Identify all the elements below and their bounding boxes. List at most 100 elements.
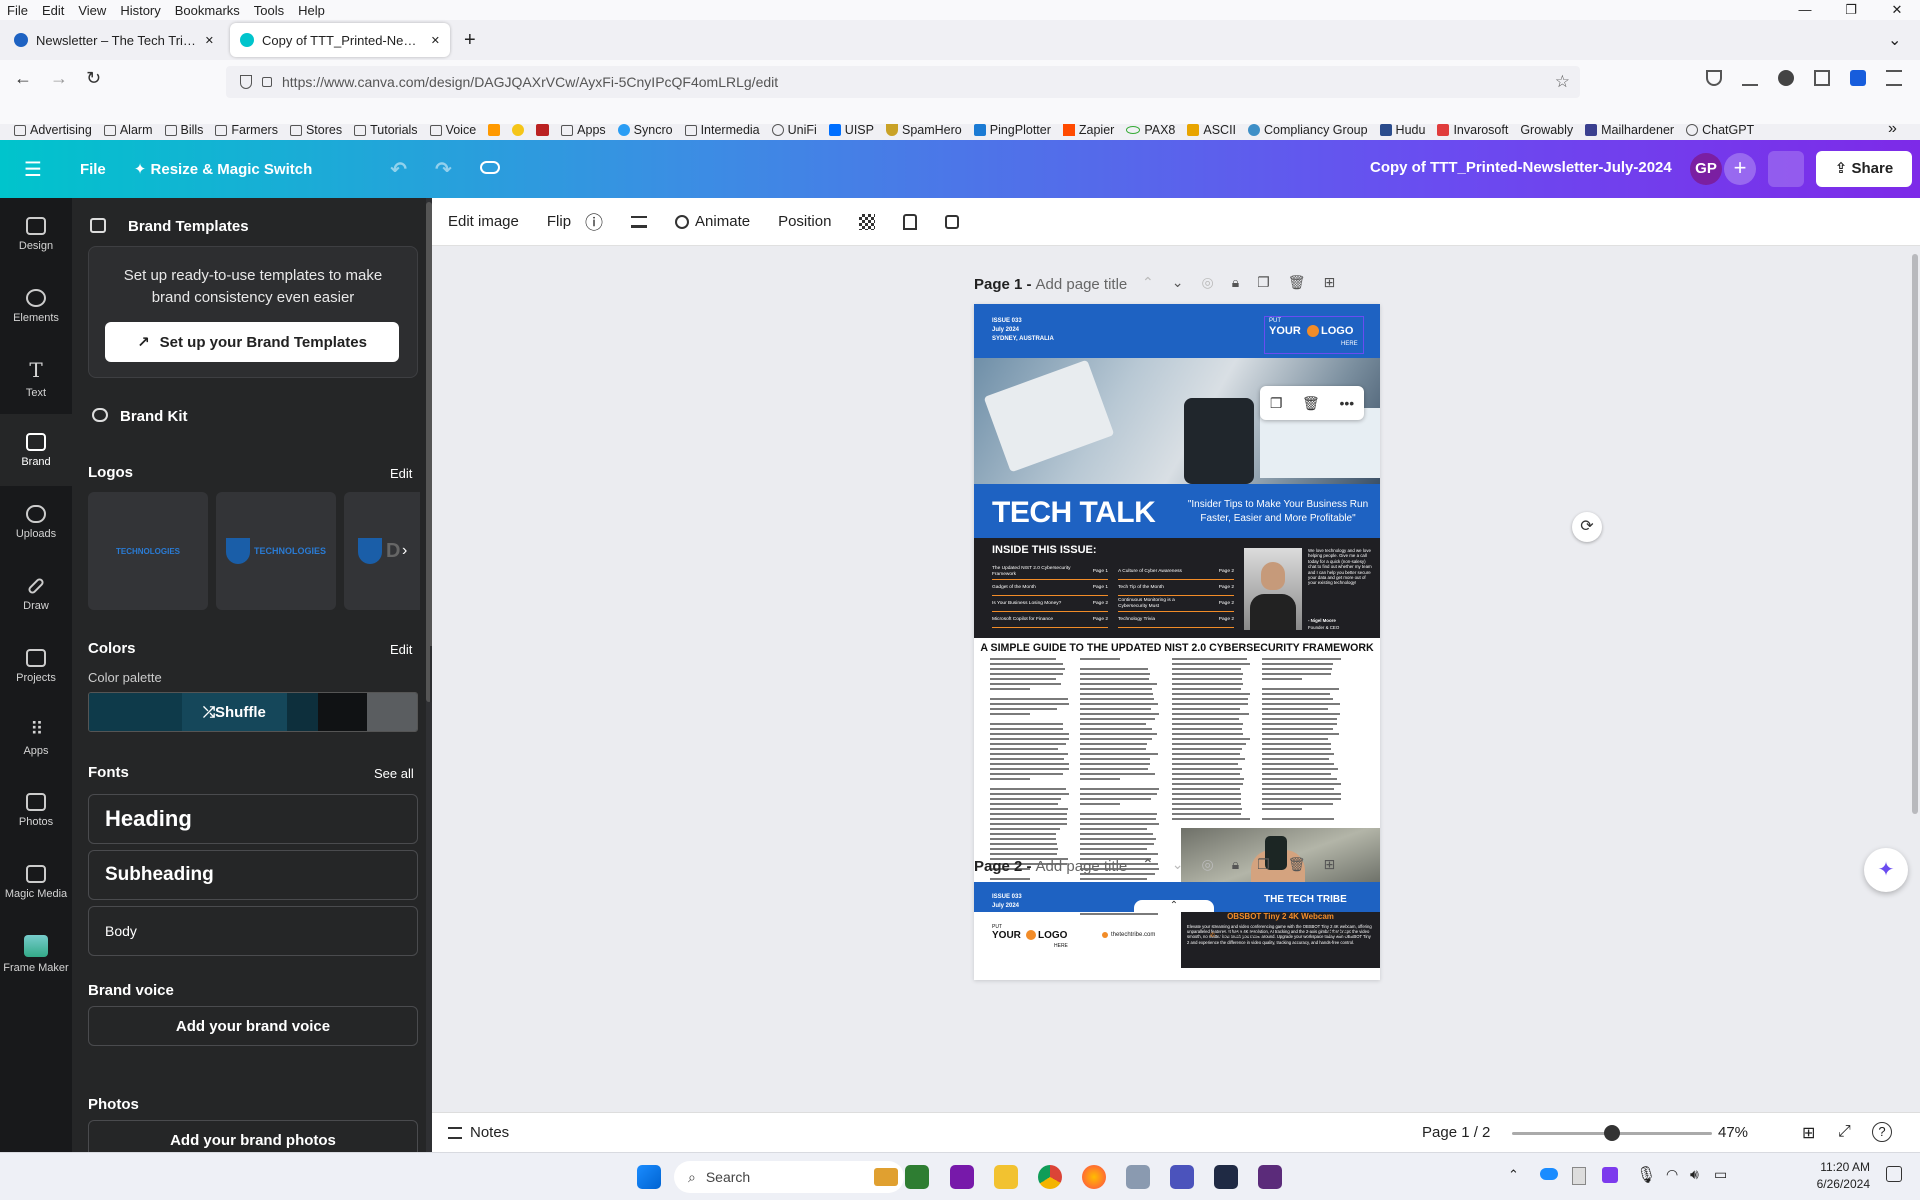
newsletter-page-1[interactable]: ISSUE 033 July 2024 SYDNEY, AUSTRALIA PU… <box>974 304 1380 980</box>
shuffle-button[interactable]: ⤮ Shuffle <box>182 693 287 731</box>
bookmark-star-icon[interactable]: ☆ <box>1555 72 1570 92</box>
lock-icon[interactable] <box>931 215 973 229</box>
tray-app-icon[interactable] <box>1602 1167 1618 1183</box>
rail-draw[interactable]: Draw <box>0 558 72 630</box>
setup-brand-templates-button[interactable]: ↗ Set up your Brand Templates <box>105 322 399 362</box>
info-icon[interactable]: ⓘ <box>585 209 617 235</box>
snipping-tool-icon[interactable] <box>1126 1165 1150 1189</box>
bookmark-folder-advertising[interactable]: Advertising <box>8 123 98 137</box>
transparency-icon[interactable] <box>845 214 889 230</box>
file-explorer-icon[interactable] <box>994 1165 1018 1189</box>
rail-magic-media[interactable]: Magic Media <box>0 846 72 918</box>
list-tabs-icon[interactable]: ⌄ <box>1888 30 1901 50</box>
bookmark-uisp[interactable]: UISP <box>823 123 880 137</box>
wifi-icon[interactable]: ◠ <box>1666 1166 1678 1183</box>
logo-thumbnail[interactable]: D <box>344 492 420 610</box>
grammarly-icon[interactable] <box>1778 70 1794 86</box>
delete-page-icon[interactable]: 🗑︎ <box>1288 274 1306 291</box>
avatar[interactable]: GP <box>1690 153 1722 185</box>
restore-button[interactable]: ❐ <box>1828 0 1874 20</box>
newsletter-page-2[interactable]: ISSUE 033 July 2024 THE TECH TRIBE ⌃ <box>974 882 1380 912</box>
rail-brand[interactable]: Brand <box>0 414 72 486</box>
back-icon[interactable]: ← <box>14 68 32 89</box>
close-tab-icon[interactable]: ✕ <box>205 34 214 47</box>
help-icon[interactable]: ? <box>1872 1122 1892 1142</box>
taskbar-app-icon[interactable] <box>1258 1165 1282 1189</box>
fonts-see-all-link[interactable]: See all <box>374 766 414 781</box>
color-swatch[interactable] <box>287 693 318 731</box>
firefox-icon[interactable] <box>1082 1165 1106 1189</box>
add-brand-voice-button[interactable]: Add your brand voice <box>88 1006 418 1046</box>
hide-page-icon[interactable]: ◎ <box>1201 274 1213 291</box>
bookmark-folder-stores[interactable]: Stores <box>284 123 348 137</box>
page-1-title-input[interactable]: Add page title <box>1036 276 1128 293</box>
document-title[interactable]: Copy of TTT_Printed-Newsletter-July-2024 <box>1370 159 1672 176</box>
page-collapse-tab[interactable]: ⌃ <box>1134 900 1214 912</box>
font-subheading-row[interactable]: Subheading <box>88 850 418 900</box>
bookmark-folder-tutorials[interactable]: Tutorials <box>348 123 423 137</box>
main-menu-icon[interactable]: ☰ <box>0 157 66 182</box>
bookmark-ascii[interactable]: ASCII <box>1181 123 1242 137</box>
bookmark-growably[interactable]: Growably <box>1514 123 1579 137</box>
menu-history[interactable]: History <box>113 3 167 18</box>
volume-icon[interactable]: 🔊︎ <box>1690 1166 1699 1183</box>
redo-icon[interactable]: ↷ <box>421 157 466 182</box>
rail-uploads[interactable]: Uploads <box>0 486 72 558</box>
position-button[interactable]: Position <box>764 213 845 230</box>
onedrive-icon[interactable] <box>1540 1168 1558 1180</box>
logos-edit-link[interactable]: Edit <box>390 466 412 481</box>
file-menu-button[interactable]: File <box>66 161 120 178</box>
bookmark-folder-alarm[interactable]: Alarm <box>98 123 159 137</box>
fullscreen-icon[interactable]: ⤢ <box>1838 1123 1851 1141</box>
bitwarden-icon[interactable] <box>1850 70 1866 86</box>
font-body-row[interactable]: Body <box>88 906 418 956</box>
bookmark-folder-bills[interactable]: Bills <box>159 123 210 137</box>
cloud-saved-icon[interactable] <box>466 161 514 178</box>
menu-view[interactable]: View <box>71 3 113 18</box>
menu-bookmarks[interactable]: Bookmarks <box>168 3 247 18</box>
animate-button[interactable]: Animate <box>661 213 764 230</box>
rail-projects[interactable]: Projects <box>0 630 72 702</box>
downloads-icon[interactable] <box>1742 70 1758 86</box>
extensions-icon[interactable] <box>1814 70 1830 86</box>
bookmark-folder-farmers[interactable]: Farmers <box>209 123 284 137</box>
color-swatch[interactable] <box>318 693 368 731</box>
move-page-up-icon[interactable]: ⌃ <box>1142 856 1154 873</box>
add-page-icon[interactable]: ⊞ <box>1323 274 1335 291</box>
tab-newsletter[interactable]: Newsletter – The Tech Tribe ✕ <box>4 23 224 57</box>
rail-elements[interactable]: Elements <box>0 270 72 342</box>
rail-design[interactable]: Design <box>0 198 72 270</box>
bookmark-folder-apps[interactable]: Apps <box>555 123 612 137</box>
lock-page-icon[interactable]: 🔒︎ <box>1232 274 1239 291</box>
design-canvas[interactable]: Page 1 - Add page title ⌃ ⌄ ◎ 🔒︎ ❐ 🗑︎ ⊞ … <box>432 246 1920 1112</box>
undo-icon[interactable]: ↶ <box>376 157 421 182</box>
notifications-icon[interactable] <box>1886 1166 1902 1182</box>
share-button[interactable]: ⇪ Share <box>1816 151 1912 187</box>
chrome-icon[interactable] <box>1038 1165 1062 1189</box>
taskbar-search[interactable]: ⌕ Search <box>674 1161 904 1193</box>
close-tab-icon[interactable]: ✕ <box>431 34 440 47</box>
copy-style-icon[interactable] <box>889 214 931 230</box>
pocket-icon[interactable] <box>1706 70 1722 86</box>
colors-edit-link[interactable]: Edit <box>390 642 412 657</box>
clock-time[interactable]: 11:20 AM <box>1790 1160 1870 1174</box>
edit-image-button[interactable]: Edit image <box>432 213 533 230</box>
bookmark-folder-voice[interactable]: Voice <box>424 123 483 137</box>
menu-edit[interactable]: Edit <box>35 3 71 18</box>
canvas-scrollbar[interactable] <box>1912 246 1918 1112</box>
bookmark-amazon-icon[interactable] <box>482 124 506 136</box>
rotate-handle[interactable]: ⟳ <box>1572 512 1602 542</box>
tray-overflow-icon[interactable]: ⌃ <box>1508 1167 1519 1183</box>
duplicate-element-icon[interactable]: ❐ <box>1270 395 1283 412</box>
microphone-icon[interactable]: 🎙︎ <box>1636 1165 1656 1185</box>
color-swatch[interactable] <box>367 693 417 731</box>
bookmark-intermedia[interactable]: Intermedia <box>679 123 766 137</box>
font-heading-row[interactable]: Heading <box>88 794 418 844</box>
onenote-icon[interactable] <box>950 1165 974 1189</box>
zoom-slider-thumb[interactable] <box>1604 1125 1620 1141</box>
duplicate-page-icon[interactable]: ❐ <box>1257 856 1270 873</box>
logo-thumbnail[interactable]: TECHNOLOGIES <box>88 492 208 610</box>
menu-file[interactable]: File <box>0 3 35 18</box>
bookmark-zapier[interactable]: Zapier <box>1057 123 1120 137</box>
magic-assistant-button[interactable]: ✦ <box>1864 848 1908 892</box>
